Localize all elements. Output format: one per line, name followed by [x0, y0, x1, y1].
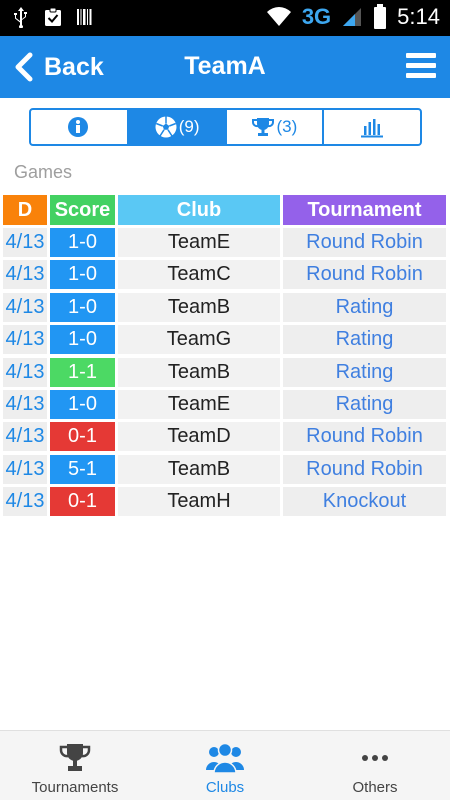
- row-date: 4/13: [3, 389, 47, 419]
- usb-icon: [14, 7, 27, 28]
- row-club[interactable]: TeamE: [118, 228, 280, 257]
- row-tournament[interactable]: Round Robin: [283, 260, 446, 290]
- row-date: 4/13: [3, 260, 47, 290]
- row-date: 4/13: [3, 228, 47, 257]
- row-club[interactable]: TeamB: [118, 357, 280, 387]
- nav-label: Others: [352, 779, 398, 796]
- tab-games[interactable]: (9): [128, 110, 227, 144]
- row-score: 1-1: [50, 357, 115, 387]
- row-club[interactable]: TeamC: [118, 260, 280, 290]
- row-tournament[interactable]: Round Robin: [283, 454, 446, 484]
- signal-icon: [343, 8, 362, 26]
- table-row[interactable]: 4/13 5-1 TeamB Round Robin: [3, 454, 447, 484]
- row-tournament[interactable]: Round Robin: [283, 228, 446, 257]
- row-score: 0-1: [50, 487, 115, 517]
- row-date: 4/13: [3, 454, 47, 484]
- row-score: 1-0: [50, 325, 115, 355]
- battery-icon: [374, 4, 387, 29]
- row-score: 1-0: [50, 389, 115, 419]
- column-header-date[interactable]: D: [3, 195, 47, 225]
- app-header: Back TeamA: [0, 36, 450, 98]
- tab-info[interactable]: [31, 110, 129, 144]
- row-date: 4/13: [3, 325, 47, 355]
- table-row[interactable]: 4/13 1-0 TeamB Rating: [3, 292, 447, 322]
- clipboard-check-icon: [45, 7, 61, 26]
- table-row[interactable]: 4/13 0-1 TeamD Round Robin: [3, 422, 447, 452]
- table-row[interactable]: 4/13 1-0 TeamE Round Robin: [3, 228, 447, 257]
- table-header: D Score Club Tournament: [3, 195, 447, 225]
- tab-tournaments[interactable]: (3): [227, 110, 325, 144]
- segmented-tabs: (9) (3): [29, 108, 422, 146]
- row-score: 1-0: [50, 228, 115, 257]
- table-row[interactable]: 4/13 1-0 TeamC Round Robin: [3, 260, 447, 290]
- table-row[interactable]: 4/13 1-0 TeamG Rating: [3, 325, 447, 355]
- row-date: 4/13: [3, 422, 47, 452]
- bottom-nav: Tournaments Clubs Others: [0, 730, 450, 800]
- wifi-icon: [266, 7, 291, 26]
- chevron-left-icon: [15, 52, 33, 82]
- row-tournament[interactable]: Rating: [283, 325, 446, 355]
- row-club[interactable]: TeamG: [118, 325, 280, 355]
- back-label: Back: [44, 52, 104, 81]
- barcode-icon: [77, 9, 92, 25]
- hamburger-icon: [406, 53, 436, 58]
- bar-chart-icon: [360, 119, 383, 138]
- more-dots-icon: [362, 755, 388, 761]
- menu-button[interactable]: [406, 53, 436, 79]
- row-tournament[interactable]: Round Robin: [283, 422, 446, 452]
- row-tournament[interactable]: Knockout: [283, 487, 446, 517]
- group-icon: [206, 742, 244, 774]
- clock: 5:14: [397, 4, 440, 29]
- nav-tournaments[interactable]: Tournaments: [0, 731, 150, 800]
- row-date: 4/13: [3, 487, 47, 517]
- row-club[interactable]: TeamE: [118, 389, 280, 419]
- row-tournament[interactable]: Rating: [283, 357, 446, 387]
- table-row[interactable]: 4/13 1-1 TeamB Rating: [3, 357, 447, 387]
- row-tournament[interactable]: Rating: [283, 389, 446, 419]
- row-tournament[interactable]: Rating: [283, 292, 446, 322]
- games-count: (9): [178, 117, 200, 136]
- row-date: 4/13: [3, 357, 47, 387]
- section-label-games: Games: [14, 162, 73, 182]
- nav-label: Clubs: [205, 779, 245, 796]
- info-icon: [68, 117, 89, 137]
- table-row[interactable]: 4/13 0-1 TeamH Knockout: [3, 487, 447, 517]
- column-header-score[interactable]: Score: [50, 195, 115, 225]
- row-club[interactable]: TeamH: [118, 487, 280, 517]
- row-score: 1-0: [50, 292, 115, 322]
- tournaments-count: (3): [276, 117, 298, 136]
- row-score: 0-1: [50, 422, 115, 452]
- row-score: 5-1: [50, 454, 115, 484]
- nav-others[interactable]: Others: [300, 731, 450, 800]
- soccer-ball-icon: [155, 116, 177, 138]
- column-header-club[interactable]: Club: [118, 195, 280, 225]
- row-score: 1-0: [50, 260, 115, 290]
- games-table: D Score Club Tournament 4/13 1-0 TeamE R…: [3, 195, 447, 520]
- network-type: 3G: [301, 4, 332, 29]
- back-button[interactable]: Back: [12, 48, 104, 86]
- column-header-tournament[interactable]: Tournament: [283, 195, 446, 225]
- trophy-icon: [59, 744, 91, 771]
- nav-clubs[interactable]: Clubs: [150, 731, 300, 800]
- status-bar: 3G 5:14: [0, 0, 450, 36]
- table-row[interactable]: 4/13 1-0 TeamE Rating: [3, 389, 447, 419]
- nav-label: Tournaments: [31, 779, 119, 796]
- row-date: 4/13: [3, 292, 47, 322]
- row-club[interactable]: TeamB: [118, 454, 280, 484]
- row-club[interactable]: TeamD: [118, 422, 280, 452]
- tab-stats[interactable]: [324, 110, 420, 144]
- row-club[interactable]: TeamB: [118, 292, 280, 322]
- trophy-icon: [252, 118, 275, 136]
